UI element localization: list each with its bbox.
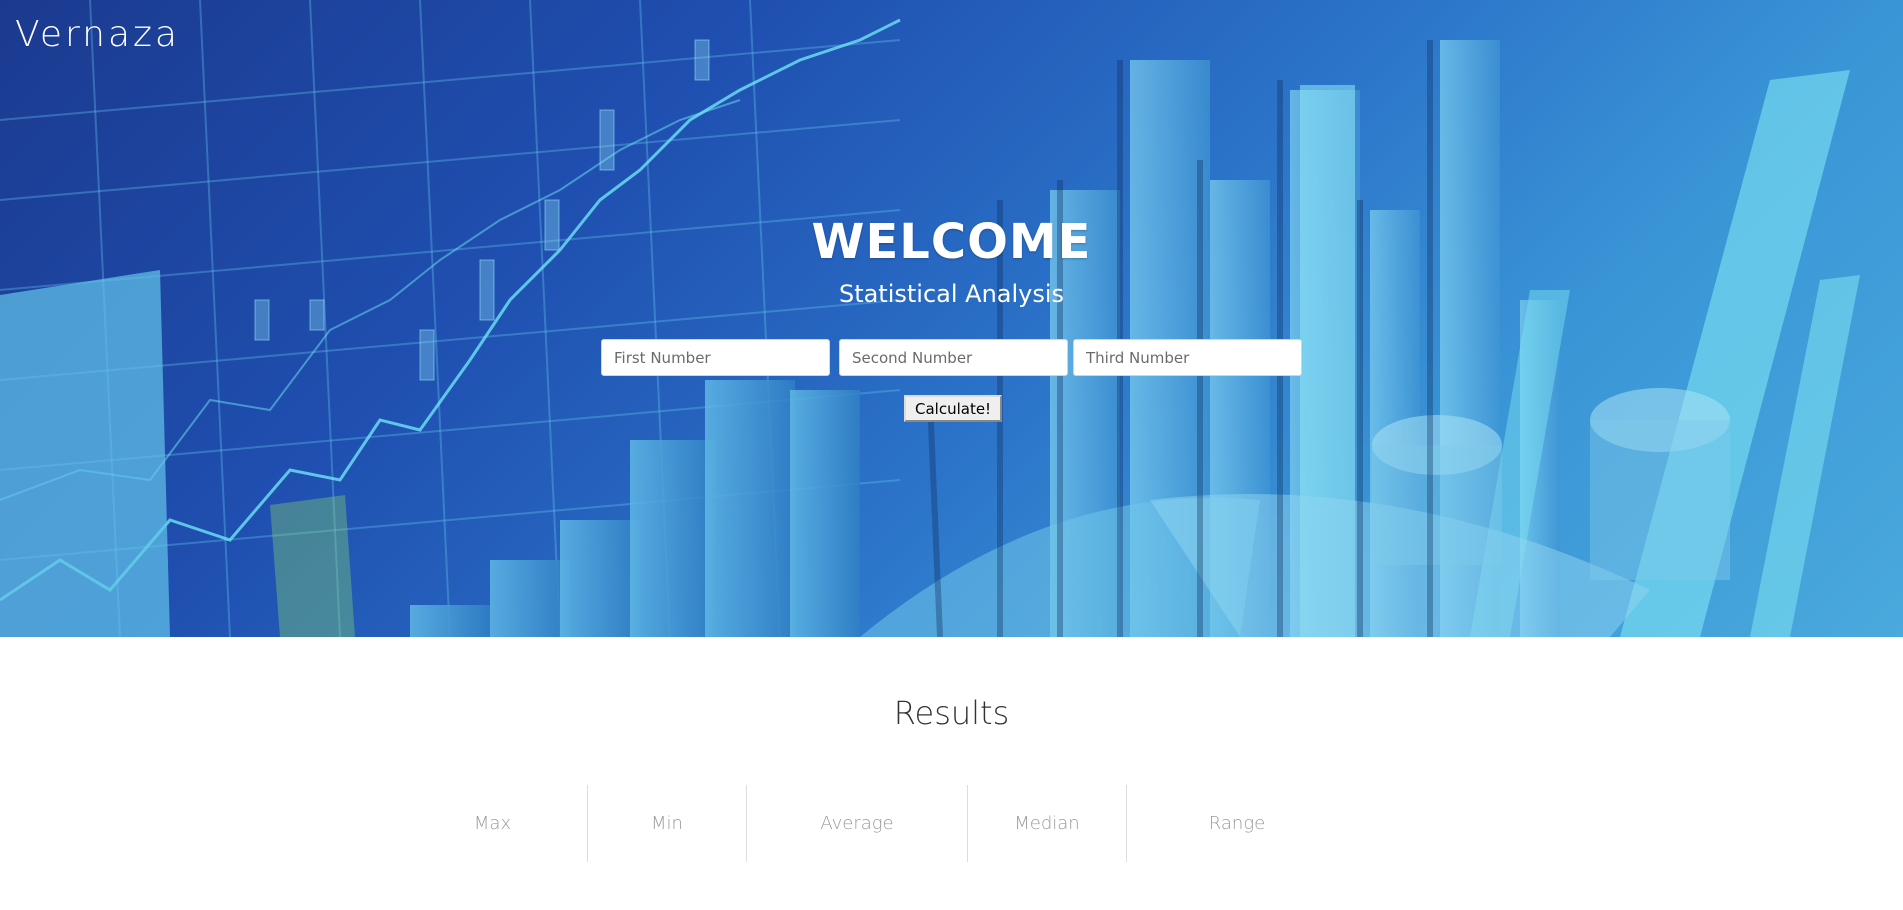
results-stats: Max Min Average Median Range <box>0 785 1903 862</box>
results-title: Results <box>893 694 1010 732</box>
brand-logo[interactable]: Vernaza <box>15 14 180 55</box>
hero-background-image <box>0 0 1860 637</box>
hero-section: Vernaza WELCOME Statistical Analysis Cal… <box>0 0 1903 637</box>
second-number-input[interactable] <box>839 339 1068 376</box>
calculate-button[interactable]: Calculate! <box>904 395 1003 422</box>
stat-range: Range <box>1208 813 1266 834</box>
stat-median: Median <box>968 785 1127 862</box>
hero-subtitle: Statistical Analysis <box>838 280 1065 308</box>
hero-title: WELCOME <box>811 214 1092 270</box>
stat-average: Average <box>747 785 968 862</box>
first-number-input[interactable] <box>601 339 830 376</box>
third-number-input[interactable] <box>1073 339 1302 376</box>
stat-max: Max <box>398 785 588 862</box>
stat-min: Min <box>588 785 747 862</box>
